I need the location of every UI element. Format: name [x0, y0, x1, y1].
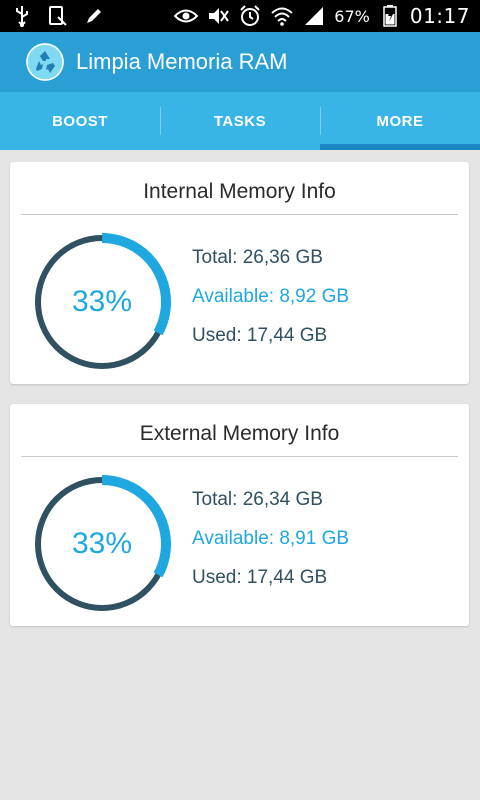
signal-icon: [302, 4, 326, 28]
external-memory-card: External Memory Info 33% Total: 26,34 GB…: [10, 404, 469, 626]
card-title: External Memory Info: [139, 422, 340, 445]
percent-label: 33%: [71, 285, 133, 318]
used-text: Used: 17,44 GB: [192, 325, 328, 346]
card-divider: [21, 456, 458, 457]
battery-icon: [378, 4, 402, 28]
usage-gauge: 33%: [32, 474, 172, 614]
action-bar: Limpia Memoria RAM: [0, 32, 480, 92]
battery-percent: 67%: [334, 6, 370, 26]
available-text: Available: 8,91 GB: [192, 528, 350, 549]
available-text: Available: 8,92 GB: [192, 286, 350, 307]
card-divider: [21, 214, 458, 215]
mute-icon: [206, 4, 230, 28]
screenshot-icon: [46, 4, 70, 28]
eye-icon: [174, 4, 199, 28]
total-text: Total: 26,36 GB: [192, 247, 323, 268]
card-title: Internal Memory Info: [143, 180, 336, 203]
percent-label: 33%: [71, 527, 133, 560]
usb-icon: [10, 4, 34, 28]
usage-gauge: 33%: [32, 232, 172, 372]
recycle-app-icon[interactable]: [26, 43, 64, 81]
tab-boost[interactable]: BOOST: [0, 92, 160, 150]
internal-memory-card: Internal Memory Info 33% Total: 26,36 GB…: [10, 162, 469, 384]
status-bar: 67% 01:17: [0, 0, 480, 32]
used-text: Used: 17,44 GB: [192, 567, 328, 588]
tab-tasks[interactable]: TASKS: [160, 92, 320, 150]
wifi-icon: [270, 4, 294, 28]
app-title: Limpia Memoria RAM: [76, 49, 288, 74]
clock: 01:17: [409, 4, 470, 28]
tab-more[interactable]: MORE: [320, 92, 480, 150]
tab-bar: BOOST TASKS MORE: [0, 92, 480, 150]
total-text: Total: 26,34 GB: [192, 489, 323, 510]
pen-icon: [82, 4, 106, 28]
alarm-icon: [238, 4, 262, 28]
